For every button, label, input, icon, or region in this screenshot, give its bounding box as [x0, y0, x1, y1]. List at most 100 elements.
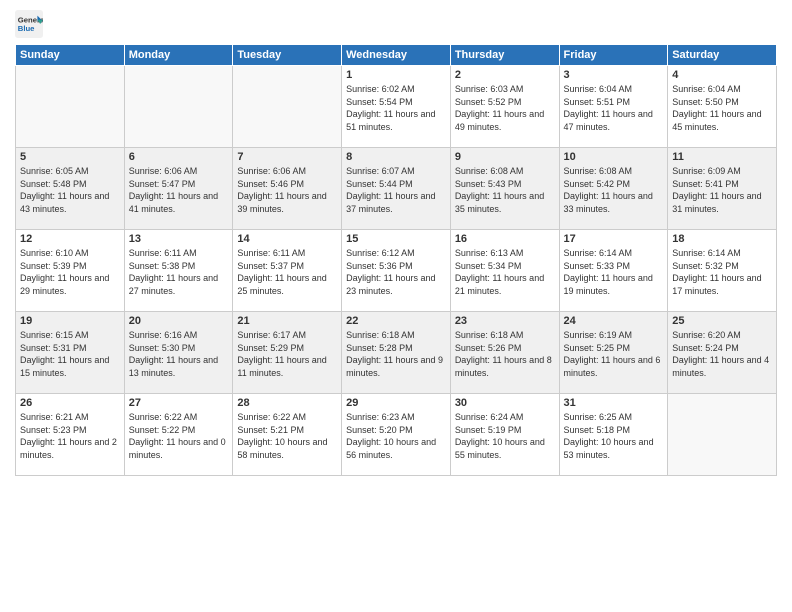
calendar-cell: 17Sunrise: 6:14 AMSunset: 5:33 PMDayligh… — [559, 230, 668, 312]
cell-text: Sunrise: 6:21 AMSunset: 5:23 PMDaylight:… — [20, 411, 120, 461]
calendar-cell: 13 Sunrise: 6:11 AMSunset: 5:38 PMDayligh… — [124, 230, 233, 312]
cell-text: Sunrise: 6:16 AMSunset: 5:30 PMDaylight:… — [129, 329, 229, 379]
day-number: 11 — [672, 151, 772, 163]
calendar-cell: 9 Sunrise: 6:08 AMSunset: 5:43 PMDaylight… — [450, 148, 559, 230]
day-number: 9 — [455, 151, 555, 163]
cell-text: Sunrise: 6:22 AMSunset: 5:22 PMDaylight:… — [129, 411, 229, 461]
cell-text: Sunrise: 6:24 AMSunset: 5:19 PMDaylight:… — [455, 411, 555, 461]
calendar-cell: 27 Sunrise: 6:22 AMSunset: 5:22 PMDayligh… — [124, 394, 233, 476]
calendar-cell: 7 Sunrise: 6:06 AMSunset: 5:46 PMDaylight… — [233, 148, 342, 230]
day-number: 1 — [346, 69, 446, 81]
calendar-cell: 15 Sunrise: 6:12 AMSunset: 5:36 PMDayligh… — [342, 230, 451, 312]
cell-text: Sunrise: 6:08 AMSunset: 5:42 PMDaylight:… — [564, 165, 664, 215]
day-number: 31 — [564, 397, 664, 409]
day-number: 16 — [455, 233, 555, 245]
calendar-cell: 24 Sunrise: 6:19 AMSunset: 5:25 PMDayligh… — [559, 312, 668, 394]
cell-text: Sunrise: 6:19 AMSunset: 5:25 PMDaylight:… — [564, 329, 664, 379]
day-number: 5 — [20, 151, 120, 163]
week-row-4: 19Sunrise: 6:15 AMSunset: 5:31 PMDayligh… — [16, 312, 777, 394]
calendar-cell: 6 Sunrise: 6:06 AMSunset: 5:47 PMDaylight… — [124, 148, 233, 230]
calendar-cell: 21Sunrise: 6:17 AMSunset: 5:29 PMDayligh… — [233, 312, 342, 394]
calendar-cell: 4Sunrise: 6:04 AMSunset: 5:50 PMDaylight… — [668, 66, 777, 148]
calendar-cell: 20 Sunrise: 6:16 AMSunset: 5:30 PMDayligh… — [124, 312, 233, 394]
day-number: 23 — [455, 315, 555, 327]
cell-text: Sunrise: 6:18 AMSunset: 5:28 PMDaylight:… — [346, 329, 446, 379]
day-number: 7 — [237, 151, 337, 163]
cell-text: Sunrise: 6:12 AMSunset: 5:36 PMDaylight:… — [346, 247, 446, 297]
day-header-sunday: Sunday — [16, 45, 125, 66]
cell-text: Sunrise: 6:06 AMSunset: 5:47 PMDaylight:… — [129, 165, 229, 215]
day-number: 29 — [346, 397, 446, 409]
calendar-cell: 19Sunrise: 6:15 AMSunset: 5:31 PMDayligh… — [16, 312, 125, 394]
header: General Blue — [15, 10, 777, 38]
week-row-3: 12Sunrise: 6:10 AMSunset: 5:39 PMDayligh… — [16, 230, 777, 312]
day-header-thursday: Thursday — [450, 45, 559, 66]
cell-text: Sunrise: 6:09 AMSunset: 5:41 PMDaylight:… — [672, 165, 772, 215]
day-number: 20 — [129, 315, 229, 327]
cell-text: Sunrise: 6:06 AMSunset: 5:46 PMDaylight:… — [237, 165, 337, 215]
week-row-2: 5 Sunrise: 6:05 AMSunset: 5:48 PMDaylight… — [16, 148, 777, 230]
calendar-cell: 22 Sunrise: 6:18 AMSunset: 5:28 PMDayligh… — [342, 312, 451, 394]
calendar-table: SundayMondayTuesdayWednesdayThursdayFrid… — [15, 44, 777, 476]
logo-icon: General Blue — [15, 10, 43, 38]
logo: General Blue — [15, 10, 47, 38]
calendar-cell: 28 Sunrise: 6:22 AMSunset: 5:21 PMDayligh… — [233, 394, 342, 476]
calendar-cell: 11 Sunrise: 6:09 AMSunset: 5:41 PMDayligh… — [668, 148, 777, 230]
day-number: 28 — [237, 397, 337, 409]
day-number: 26 — [20, 397, 120, 409]
day-headers: SundayMondayTuesdayWednesdayThursdayFrid… — [16, 45, 777, 66]
day-number: 22 — [346, 315, 446, 327]
day-number: 27 — [129, 397, 229, 409]
calendar-cell: 30 Sunrise: 6:24 AMSunset: 5:19 PMDayligh… — [450, 394, 559, 476]
calendar-cell: 10 Sunrise: 6:08 AMSunset: 5:42 PMDayligh… — [559, 148, 668, 230]
day-number: 18 — [672, 233, 772, 245]
calendar-cell: 23 Sunrise: 6:18 AMSunset: 5:26 PMDayligh… — [450, 312, 559, 394]
cell-text: Sunrise: 6:22 AMSunset: 5:21 PMDaylight:… — [237, 411, 337, 461]
calendar-cell: 18 Sunrise: 6:14 AMSunset: 5:32 PMDayligh… — [668, 230, 777, 312]
day-header-friday: Friday — [559, 45, 668, 66]
day-number: 12 — [20, 233, 120, 245]
calendar-cell: 31 Sunrise: 6:25 AMSunset: 5:18 PMDayligh… — [559, 394, 668, 476]
page: General Blue SundayMondayTuesdayWednesda… — [0, 0, 792, 612]
day-number: 2 — [455, 69, 555, 81]
day-number: 10 — [564, 151, 664, 163]
day-number: 8 — [346, 151, 446, 163]
day-number: 24 — [564, 315, 664, 327]
day-number: 3 — [564, 69, 664, 81]
day-number: 15 — [346, 233, 446, 245]
cell-text: Sunrise: 6:03 AMSunset: 5:52 PMDaylight:… — [455, 83, 555, 133]
calendar-cell — [16, 66, 125, 148]
day-header-tuesday: Tuesday — [233, 45, 342, 66]
calendar-cell: 5 Sunrise: 6:05 AMSunset: 5:48 PMDaylight… — [16, 148, 125, 230]
cell-text: Sunrise: 6:05 AMSunset: 5:48 PMDaylight:… — [20, 165, 120, 215]
cell-text: Sunrise: 6:23 AMSunset: 5:20 PMDaylight:… — [346, 411, 446, 461]
day-number: 25 — [672, 315, 772, 327]
calendar-cell: 29 Sunrise: 6:23 AMSunset: 5:20 PMDayligh… — [342, 394, 451, 476]
cell-text: Sunrise: 6:14 AMSunset: 5:32 PMDaylight:… — [672, 247, 772, 297]
day-header-wednesday: Wednesday — [342, 45, 451, 66]
calendar-cell — [124, 66, 233, 148]
day-number: 14 — [237, 233, 337, 245]
week-row-5: 26 Sunrise: 6:21 AMSunset: 5:23 PMDayligh… — [16, 394, 777, 476]
calendar-cell: 16Sunrise: 6:13 AMSunset: 5:34 PMDayligh… — [450, 230, 559, 312]
svg-text:Blue: Blue — [18, 24, 35, 33]
calendar-cell — [668, 394, 777, 476]
cell-text: Sunrise: 6:15 AMSunset: 5:31 PMDaylight:… — [20, 329, 120, 379]
day-header-saturday: Saturday — [668, 45, 777, 66]
calendar-cell: 26 Sunrise: 6:21 AMSunset: 5:23 PMDayligh… — [16, 394, 125, 476]
cell-text: Sunrise: 6:20 AMSunset: 5:24 PMDaylight:… — [672, 329, 772, 379]
cell-text: Sunrise: 6:08 AMSunset: 5:43 PMDaylight:… — [455, 165, 555, 215]
day-number: 30 — [455, 397, 555, 409]
day-number: 21 — [237, 315, 337, 327]
day-number: 13 — [129, 233, 229, 245]
day-number: 17 — [564, 233, 664, 245]
calendar-cell: 14Sunrise: 6:11 AMSunset: 5:37 PMDayligh… — [233, 230, 342, 312]
day-header-monday: Monday — [124, 45, 233, 66]
day-number: 6 — [129, 151, 229, 163]
cell-text: Sunrise: 6:04 AMSunset: 5:51 PMDaylight:… — [564, 83, 664, 133]
cell-text: Sunrise: 6:11 AMSunset: 5:38 PMDaylight:… — [129, 247, 229, 297]
calendar-cell: 3 Sunrise: 6:04 AMSunset: 5:51 PMDaylight… — [559, 66, 668, 148]
calendar-cell: 25 Sunrise: 6:20 AMSunset: 5:24 PMDayligh… — [668, 312, 777, 394]
cell-text: Sunrise: 6:18 AMSunset: 5:26 PMDaylight:… — [455, 329, 555, 379]
cell-text: Sunrise: 6:25 AMSunset: 5:18 PMDaylight:… — [564, 411, 664, 461]
